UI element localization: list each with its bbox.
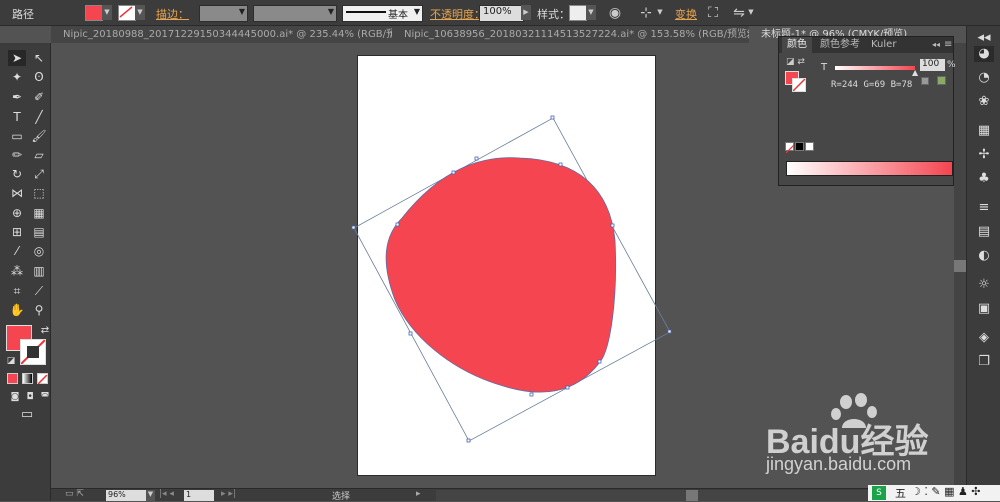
color-spectrum-bar[interactable]: [786, 161, 953, 176]
tab-color-guide[interactable]: 颜色参考: [815, 37, 865, 53]
tint-slider[interactable]: [835, 66, 915, 70]
sogou-icon[interactable]: S: [872, 486, 886, 500]
h-scrollbar-thumb[interactable]: [686, 490, 698, 501]
layers-icon[interactable]: ◈: [974, 330, 994, 346]
tab-kuler[interactable]: Kuler: [866, 37, 901, 53]
current-tool-label: 选择: [332, 492, 351, 502]
symbols-icon[interactable]: ♣: [974, 171, 994, 187]
baidu-watermark: Baidu经验 jingyan.baidu.com: [766, 392, 956, 482]
panel-stroke-swatch[interactable]: [792, 78, 806, 92]
color-panel-icon[interactable]: ◕: [974, 46, 994, 62]
transparency-icon[interactable]: ◐: [974, 248, 994, 264]
slider-handle[interactable]: ▲: [912, 68, 918, 77]
ime-tray: S 五 ☽ ⁚ ✎ ▦ ♟ ✣: [868, 485, 1000, 501]
artboards-icon[interactable]: ❐: [974, 354, 994, 370]
status-icon: ▭ ⇱: [65, 489, 84, 499]
stroke-panel-icon[interactable]: ≡: [974, 200, 994, 216]
ime-mode-label[interactable]: 五: [895, 485, 906, 501]
zoom-input[interactable]: 96%: [106, 490, 146, 501]
zoom-dropdown-button[interactable]: ▼: [146, 490, 155, 501]
tray-icons[interactable]: ☽ ⁚ ✎ ▦ ♟ ✣: [911, 485, 981, 498]
watermark-url: jingyan.baidu.com: [766, 454, 912, 474]
panel-tab-strip: 颜色 颜色参考 Kuler ◂◂ ≡: [779, 37, 953, 53]
tab-color[interactable]: 颜色: [782, 37, 812, 53]
swatches-icon[interactable]: ▦: [974, 123, 994, 139]
first-artboard-icon[interactable]: |◂ ◂: [159, 489, 174, 499]
percent-sign: %: [947, 60, 956, 70]
panel-menu-icon[interactable]: ≡: [939, 37, 957, 53]
web-safe-icon[interactable]: [937, 76, 946, 85]
white-swatch[interactable]: [805, 142, 814, 151]
red-blob-shape[interactable]: [385, 157, 617, 393]
gradient-panel-icon[interactable]: ▤: [974, 224, 994, 240]
scrollbar-thumb[interactable]: [954, 260, 966, 272]
status-arrow-icon[interactable]: ▸: [416, 489, 421, 499]
default-fill-stroke-icon[interactable]: ◪ ⇄: [786, 57, 805, 67]
color-themes-icon[interactable]: ❀: [974, 94, 994, 110]
status-bar: ▭ ⇱ 96% ▼ |◂ ◂ 1 ▸ ▸| 选择 ▸: [51, 488, 1000, 502]
right-dock: ◂◂ ◕ ◔ ❀ ▦ ✢ ♣ ≡ ▤ ◐ ☼ ▣ ◈ ❐: [966, 26, 1000, 501]
tint-value-input[interactable]: 100: [920, 59, 945, 71]
none-color-swatch[interactable]: [785, 142, 795, 154]
black-swatch[interactable]: [795, 142, 804, 151]
brushes-icon[interactable]: ✢: [974, 147, 994, 163]
rgb-readout: R=244 G=69 B=78: [831, 80, 913, 90]
color-guide-icon[interactable]: ◔: [974, 70, 994, 86]
appearance-icon[interactable]: ☼: [974, 277, 994, 293]
out-of-gamut-icon[interactable]: [921, 77, 929, 85]
next-artboard-icon[interactable]: ▸ ▸|: [221, 489, 236, 499]
tint-channel-label: T: [821, 62, 828, 73]
artboard-number-input[interactable]: 1: [184, 490, 214, 501]
graphic-styles-icon[interactable]: ▣: [974, 301, 994, 317]
color-panel: 颜色 颜色参考 Kuler ◂◂ ≡ ◪ ⇄ T ▲ 100 % R=244 G…: [778, 36, 956, 186]
collapse-dock-icon[interactable]: ◂◂: [974, 30, 994, 46]
